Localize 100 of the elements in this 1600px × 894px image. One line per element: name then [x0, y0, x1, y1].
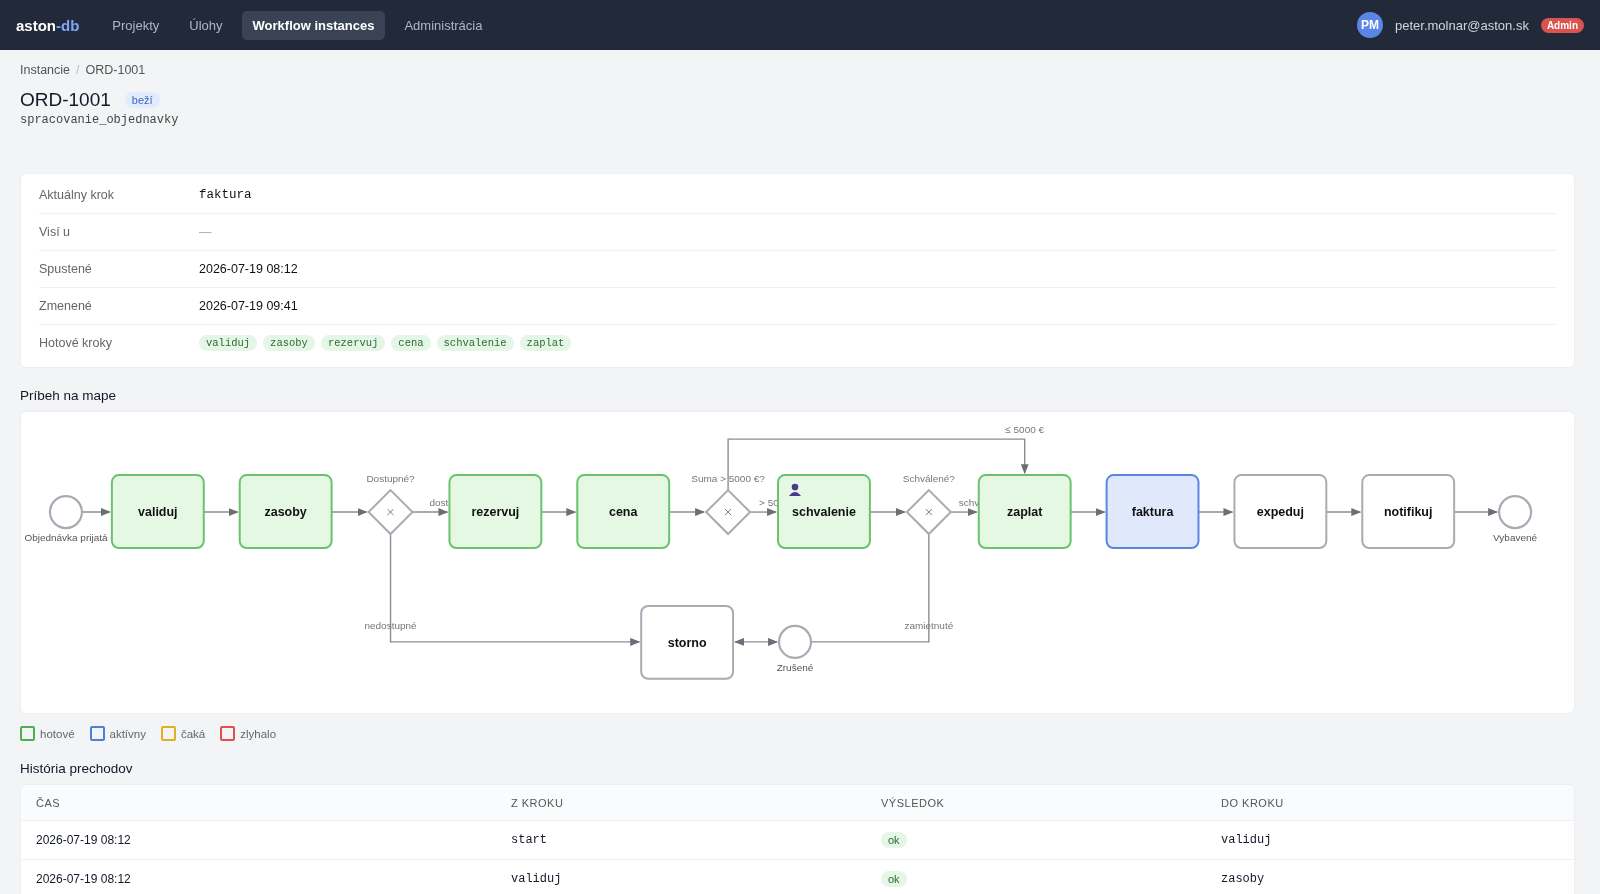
event-label: Zrušené	[776, 661, 814, 673]
task-node[interactable]	[1361, 474, 1456, 549]
person-icon	[789, 483, 801, 497]
step-tag: zaplat	[519, 335, 572, 351]
node-label: storno	[667, 635, 707, 650]
node-label: zaplat	[1007, 505, 1043, 520]
task-node[interactable]	[576, 474, 671, 549]
task-node[interactable]	[977, 474, 1072, 549]
nav-link[interactable]: Úlohy	[178, 10, 234, 40]
step-tag: zasoby	[263, 335, 315, 351]
connector-arrow	[411, 508, 449, 517]
edge-label: dost	[429, 497, 449, 509]
legend-label: aktívny	[109, 727, 146, 740]
table-cell-text: 2026-07-19 08:12	[36, 833, 132, 847]
node-label: rezervuj	[471, 505, 520, 520]
node-label: faktura	[1131, 505, 1174, 520]
brand-logo: aston	[16, 16, 56, 34]
edge-label: ≤ 5000 €	[1005, 424, 1045, 436]
nav-link[interactable]: Workflow instances	[241, 10, 386, 40]
breadcrumb-link[interactable]: ORD-1001	[85, 63, 146, 77]
nav-link[interactable]: Projekty	[101, 10, 171, 40]
node-label: validuj	[138, 505, 178, 520]
detail-value: —	[199, 225, 212, 239]
gateway-diamond	[704, 488, 752, 536]
legend-label: čaká	[180, 727, 206, 740]
section-title: História prechodov	[20, 761, 134, 776]
task-node[interactable]	[110, 474, 205, 549]
task-node[interactable]	[777, 474, 871, 549]
column-header: DO KROKU	[1221, 796, 1285, 809]
event-circle	[1498, 495, 1533, 530]
status-badge: beží	[124, 92, 160, 108]
table-cell-text: validuj	[511, 872, 563, 886]
brand-suffix: -db	[56, 16, 80, 34]
legend-label: hotové	[40, 727, 75, 740]
section-title: Príbeh na mape	[20, 388, 118, 403]
connector-arrow	[1453, 508, 1499, 517]
result-badge: ok	[881, 832, 907, 848]
edge-label: schv	[958, 497, 980, 509]
connector-arrow	[749, 508, 778, 517]
step-tag: schvalenie	[436, 335, 514, 351]
detail-label: Visí u	[39, 225, 72, 239]
connector-arrow	[330, 508, 368, 517]
detail-value: faktura	[199, 188, 252, 202]
gateway-diamond	[905, 488, 953, 536]
connector-arrow	[81, 508, 111, 517]
task-node[interactable]	[1105, 474, 1200, 549]
table-cell-text: 2026-07-19 08:12	[36, 872, 132, 886]
step-tag: rezervuj	[320, 335, 386, 351]
cross-icon	[724, 508, 732, 516]
connector-arrow	[950, 508, 978, 517]
detail-label: Spustené	[39, 262, 93, 276]
task-node[interactable]	[1233, 474, 1328, 549]
user-email: peter.molnar@aston.sk	[1395, 17, 1529, 33]
table-cell-text: zasoby	[1221, 872, 1266, 886]
detail-value: 2026-07-19 09:41	[199, 299, 298, 313]
table-cell-text: validuj	[1221, 833, 1273, 847]
event-circle	[48, 495, 83, 530]
connector-arrow	[668, 508, 706, 517]
detail-label: Aktuálny krok	[39, 188, 116, 202]
step-tag: cena	[391, 335, 431, 351]
connector-arrow	[869, 508, 906, 517]
connector-arrow	[734, 637, 779, 646]
detail-value: 2026-07-19 08:12	[199, 262, 298, 276]
breadcrumb-link[interactable]: Instancie	[20, 63, 71, 77]
connector-arrow	[1325, 508, 1362, 517]
workflow-name: spracovanie_objednavky	[20, 113, 180, 127]
event-circle	[777, 624, 813, 659]
event-label: Objednávka prijatá	[24, 532, 108, 544]
task-node[interactable]	[238, 474, 333, 549]
node-label: cena	[609, 505, 638, 520]
gateway-label: Suma > 5000 €?	[691, 473, 765, 485]
column-header: Z KROKU	[511, 796, 565, 809]
connector-arrow	[203, 508, 239, 517]
node-label: schvalenie	[792, 505, 856, 520]
page-title: ORD-1001	[20, 89, 111, 111]
nav-link[interactable]: Administrácia	[393, 10, 494, 40]
table-cell-text: start	[511, 833, 548, 847]
detail-label: Hotové kroky	[39, 336, 113, 350]
column-header: VÝSLEDOK	[881, 796, 946, 809]
event-label: Vybavené	[1493, 532, 1538, 544]
gateway-diamond	[367, 488, 414, 536]
cross-icon	[387, 508, 394, 516]
gateway-label: Dostupné?	[366, 473, 415, 485]
connector-arrow	[1197, 508, 1234, 517]
user-avatar[interactable]: PM	[1357, 12, 1383, 38]
task-node[interactable]	[640, 604, 735, 680]
result-badge: ok	[881, 871, 907, 887]
step-tag: validuj	[199, 335, 258, 351]
node-label: zasoby	[264, 505, 307, 520]
gateway-label: Schválené?	[902, 473, 955, 485]
task-node[interactable]	[448, 474, 543, 549]
role-badge: Admin	[1540, 17, 1584, 33]
detail-label: Zmenené	[39, 299, 93, 313]
connector-arrow	[1069, 508, 1106, 517]
node-label: notifikuj	[1383, 505, 1433, 520]
breadcrumb-separator: /	[76, 63, 80, 77]
node-label: expeduj	[1256, 505, 1304, 520]
cross-icon	[925, 508, 933, 516]
connector-arrow	[540, 508, 577, 517]
column-header: ČAS	[36, 796, 62, 809]
